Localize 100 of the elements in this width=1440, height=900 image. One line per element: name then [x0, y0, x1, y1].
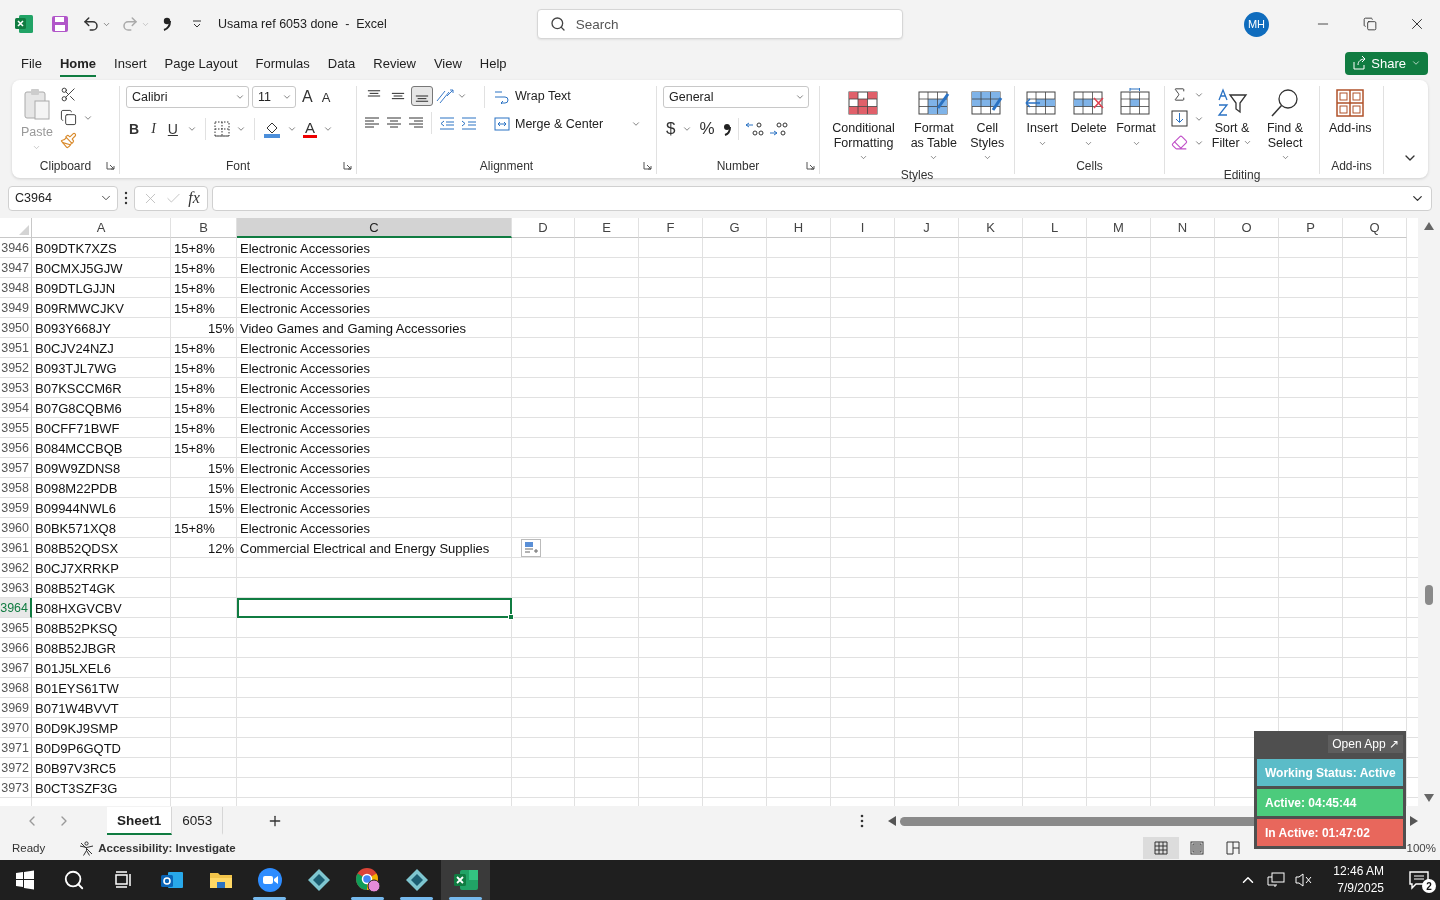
row-header[interactable]: 3950 [0, 318, 32, 338]
caret-icon[interactable] [682, 124, 693, 134]
row-header[interactable]: 3949 [0, 298, 32, 318]
save-icon[interactable] [50, 14, 70, 34]
comma-icon[interactable] [162, 17, 172, 31]
notifications-icon[interactable] [1408, 870, 1430, 890]
caret-icon[interactable] [1243, 138, 1253, 147]
find-select-button[interactable]: Find & Select [1260, 86, 1310, 168]
accessibility-icon[interactable] [79, 840, 95, 856]
paste-options-icon[interactable] [521, 539, 541, 557]
scroll-down-icon[interactable] [1424, 794, 1434, 802]
borders-icon[interactable] [213, 121, 230, 137]
column-header[interactable]: A [32, 218, 171, 238]
caret-icon[interactable] [1280, 153, 1290, 162]
orientation-icon[interactable] [435, 87, 455, 105]
column-header[interactable]: F [639, 218, 703, 238]
column-header[interactable]: Q [1343, 218, 1407, 238]
user-avatar[interactable]: MH [1244, 11, 1269, 37]
align-bottom-icon[interactable] [411, 86, 433, 106]
scroll-left-icon[interactable] [888, 816, 897, 826]
row-header[interactable]: 3951 [0, 338, 32, 358]
format-cells-icon[interactable] [1119, 88, 1153, 118]
row-header[interactable]: 3963 [0, 578, 32, 598]
cells-button[interactable]: Format [1114, 86, 1158, 150]
row-header[interactable]: 3954 [0, 398, 32, 418]
caret-icon[interactable] [457, 91, 467, 101]
underline-button[interactable]: U [164, 121, 181, 137]
search-icon[interactable] [62, 869, 85, 891]
dialog-launcher-icon[interactable] [343, 161, 352, 170]
merge-center-button[interactable]: Merge & Center [491, 114, 645, 134]
conditional-formatting-icon[interactable] [846, 88, 881, 118]
scrollbar-thumb[interactable] [1425, 585, 1433, 605]
dialog-launcher-icon[interactable] [106, 161, 115, 170]
selected-cell[interactable] [237, 598, 512, 618]
accessibility-status[interactable]: Accessibility: Investigate [98, 842, 236, 854]
column-header[interactable]: P [1279, 218, 1343, 238]
delete-cells-icon[interactable] [1071, 88, 1106, 118]
task-view-icon[interactable] [112, 870, 133, 890]
row-header[interactable]: 3967 [0, 658, 32, 678]
menu-tab[interactable]: Formulas [246, 51, 319, 75]
row-header[interactable]: 3947 [0, 258, 32, 278]
restore-icon[interactable] [1362, 17, 1377, 31]
column-header[interactable]: K [959, 218, 1023, 238]
fill-down-icon[interactable] [1171, 110, 1188, 127]
row-header[interactable]: 3966 [0, 638, 32, 658]
row-header[interactable]: 3961 [0, 538, 32, 558]
start-icon[interactable] [14, 870, 35, 890]
caret-icon[interactable] [859, 153, 869, 162]
row-header[interactable]: 3968 [0, 678, 32, 698]
caret-icon[interactable] [631, 119, 642, 129]
menu-tab[interactable]: Data [318, 51, 365, 75]
bold-button[interactable]: B [126, 121, 143, 137]
scroll-up-icon[interactable] [1424, 222, 1434, 230]
shrink-font-button[interactable]: A [318, 89, 334, 105]
decrease-decimal-icon[interactable] [768, 121, 789, 137]
cell-brush-icon[interactable] [970, 88, 1005, 118]
row-header[interactable]: 3953 [0, 378, 32, 398]
caret-icon[interactable] [286, 124, 297, 134]
scissors-icon[interactable] [59, 86, 77, 103]
menu-tab[interactable]: View [424, 51, 471, 75]
row-header[interactable]: 3965 [0, 618, 32, 638]
row-header[interactable]: 3948 [0, 278, 32, 298]
more-icon[interactable] [122, 190, 130, 206]
sheet-tab[interactable]: 6053 [172, 807, 224, 835]
dialog-launcher-icon[interactable] [643, 161, 652, 170]
menu-tab[interactable]: Insert [105, 51, 156, 75]
row-header[interactable]: 3972 [0, 758, 32, 778]
page-break-view-icon[interactable] [1224, 840, 1241, 856]
font-size-field[interactable]: 11 [252, 86, 296, 108]
column-header[interactable]: M [1087, 218, 1151, 238]
network-icon[interactable] [1267, 872, 1286, 888]
font-color-button[interactable]: A [302, 120, 317, 138]
column-header[interactable]: I [831, 218, 895, 238]
align-left-icon[interactable] [363, 115, 381, 131]
caret-icon[interactable] [322, 124, 333, 134]
caret-icon[interactable] [1037, 139, 1047, 148]
row-header[interactable]: 3970 [0, 718, 32, 738]
row-header[interactable]: 3964 [0, 598, 32, 618]
insert-function-button[interactable]: fx [188, 189, 200, 207]
browser-icon[interactable] [354, 867, 381, 893]
customize-icon[interactable] [192, 19, 202, 29]
row-header[interactable]: 3946 [0, 238, 32, 258]
caret-icon[interactable] [235, 124, 246, 134]
column-header[interactable]: B [171, 218, 237, 238]
wrap-text-button[interactable]: Wrap Text [491, 86, 574, 106]
menu-tab[interactable]: Page Layout [155, 51, 247, 75]
column-header[interactable]: C [237, 218, 512, 238]
italic-button[interactable]: I [148, 121, 159, 137]
increase-decimal-icon[interactable] [744, 121, 765, 137]
row-header[interactable]: 3973 [0, 778, 32, 798]
row-header[interactable]: 3959 [0, 498, 32, 518]
caret-icon[interactable] [282, 92, 292, 102]
add-ins-button[interactable]: Add-ins [1326, 86, 1375, 138]
caret-icon[interactable] [929, 153, 939, 162]
caret-icon[interactable] [235, 92, 245, 102]
row-header[interactable]: 3962 [0, 558, 32, 578]
menu-tab[interactable]: Home [50, 51, 106, 75]
sheet-tab[interactable]: Sheet1 [107, 807, 173, 835]
currency-button[interactable]: $ [663, 119, 679, 139]
row-header[interactable]: 3969 [0, 698, 32, 718]
